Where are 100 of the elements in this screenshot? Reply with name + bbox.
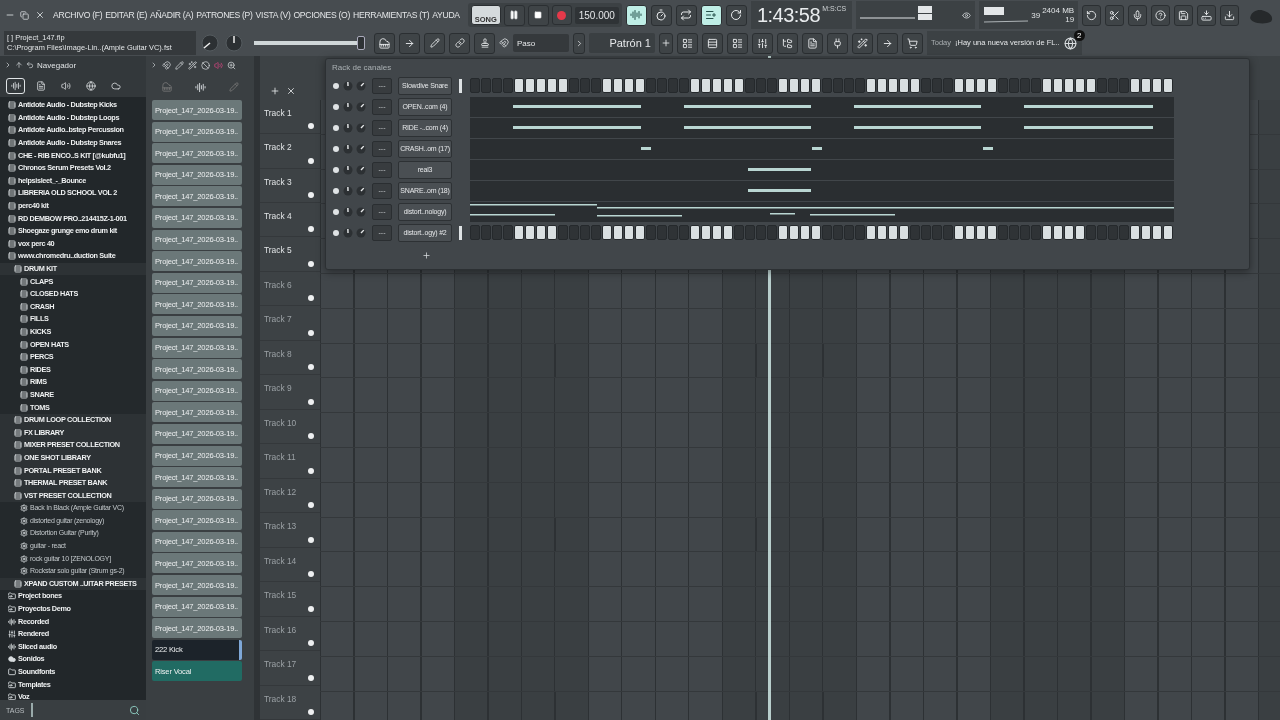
track-lane[interactable] xyxy=(320,378,1280,414)
track-led[interactable] xyxy=(308,260,314,267)
step-button[interactable] xyxy=(1086,78,1096,93)
pattern-selector[interactable]: Patrón 1 xyxy=(589,33,655,53)
piano-button[interactable] xyxy=(374,32,395,54)
step-button[interactable] xyxy=(690,225,700,240)
step-button[interactable] xyxy=(866,225,876,240)
step-button[interactable] xyxy=(712,78,722,93)
track-lane[interactable] xyxy=(320,552,1280,588)
menu-item[interactable]: HERRAMIENTAS (T) xyxy=(353,10,430,20)
track-led[interactable] xyxy=(308,536,314,543)
stop-button[interactable] xyxy=(527,4,549,26)
knob-icon[interactable] xyxy=(343,164,353,175)
step-button[interactable] xyxy=(1163,225,1173,240)
step-button[interactable] xyxy=(613,78,623,93)
track-name[interactable]: Track 8 xyxy=(264,348,292,359)
track-name[interactable]: Track 14 xyxy=(264,555,297,566)
track-name[interactable]: Track 18 xyxy=(264,693,297,704)
track-name[interactable]: Track 1 xyxy=(264,107,292,118)
help-button[interactable] xyxy=(1151,4,1171,26)
step-button[interactable] xyxy=(613,225,623,240)
knob-icon[interactable] xyxy=(356,206,366,217)
knob-icon[interactable] xyxy=(343,101,353,112)
step-button[interactable] xyxy=(877,225,887,240)
browser-button[interactable] xyxy=(777,32,798,54)
knob-icon[interactable] xyxy=(343,227,353,238)
add-button[interactable] xyxy=(659,32,673,54)
knob-icon[interactable] xyxy=(356,143,366,154)
track-lane[interactable] xyxy=(320,413,1280,448)
step-button[interactable] xyxy=(1075,225,1085,240)
channel-led[interactable] xyxy=(333,229,339,236)
pause-button[interactable] xyxy=(503,4,525,26)
knob-icon[interactable] xyxy=(343,143,353,154)
step-button[interactable] xyxy=(954,78,964,93)
track-name[interactable]: Track 3 xyxy=(264,176,292,187)
track-name[interactable]: Track 17 xyxy=(264,659,297,670)
step-button[interactable] xyxy=(954,225,964,240)
step-button[interactable] xyxy=(987,225,997,240)
menu-item[interactable]: VISTA (V) xyxy=(255,10,291,20)
mixer-button[interactable] xyxy=(752,32,773,54)
save-new-button[interactable] xyxy=(1197,4,1217,26)
waveform-tab[interactable] xyxy=(6,77,25,94)
step-button[interactable] xyxy=(635,225,645,240)
link-button[interactable] xyxy=(449,32,470,54)
timer-button[interactable] xyxy=(650,4,672,26)
track-name[interactable]: Track 7 xyxy=(264,314,292,325)
save-button[interactable] xyxy=(1174,4,1194,26)
playlist-button[interactable] xyxy=(677,32,698,54)
menu-item[interactable]: PATRONES (P) xyxy=(196,10,253,20)
channel-led[interactable] xyxy=(333,166,339,173)
track-name[interactable]: Track 16 xyxy=(264,624,297,635)
knob-icon[interactable] xyxy=(356,227,366,238)
step-button[interactable] xyxy=(899,225,909,240)
step-button[interactable] xyxy=(976,78,986,93)
step-button[interactable] xyxy=(1064,78,1074,93)
track-name[interactable]: Track 13 xyxy=(264,521,297,532)
knob-icon[interactable] xyxy=(356,185,366,196)
track-led[interactable] xyxy=(308,398,314,405)
step-button[interactable] xyxy=(811,225,821,240)
step-button[interactable] xyxy=(1064,225,1074,240)
track-lane[interactable] xyxy=(320,274,1280,309)
cart-button[interactable] xyxy=(902,32,923,54)
scissors-button[interactable] xyxy=(1105,4,1125,26)
track-led[interactable] xyxy=(308,605,314,612)
channel-led[interactable] xyxy=(333,103,339,110)
track-led[interactable] xyxy=(308,329,314,336)
step-button[interactable] xyxy=(1053,78,1063,93)
step-button[interactable] xyxy=(547,78,557,93)
step-button[interactable] xyxy=(789,78,799,93)
step-button[interactable] xyxy=(778,225,788,240)
step-button[interactable] xyxy=(712,225,722,240)
knob-icon[interactable] xyxy=(356,101,366,112)
knob-icon[interactable] xyxy=(356,122,366,133)
arrow-button[interactable] xyxy=(399,32,420,54)
step-button[interactable] xyxy=(536,225,546,240)
track-led[interactable] xyxy=(308,226,314,233)
track-led[interactable] xyxy=(308,191,314,198)
step-button[interactable] xyxy=(1141,78,1151,93)
step-button[interactable] xyxy=(800,225,810,240)
step-button[interactable] xyxy=(800,78,810,93)
channel-led[interactable] xyxy=(333,82,339,89)
step-button[interactable] xyxy=(899,78,909,93)
step-button[interactable] xyxy=(789,225,799,240)
menu-item[interactable]: AYUDA xyxy=(432,10,460,20)
step-button[interactable] xyxy=(547,225,557,240)
track-led[interactable] xyxy=(308,157,314,164)
step-button[interactable] xyxy=(734,78,744,93)
step-button[interactable] xyxy=(701,78,711,93)
step-button[interactable] xyxy=(866,78,876,93)
step-button[interactable] xyxy=(888,78,898,93)
step-button[interactable] xyxy=(624,225,634,240)
rotate-button[interactable] xyxy=(725,4,747,26)
track-lane[interactable] xyxy=(320,482,1280,518)
track-lane[interactable] xyxy=(320,343,1280,379)
track-led[interactable] xyxy=(308,364,314,371)
step-button[interactable] xyxy=(1075,78,1085,93)
menu-item[interactable]: OPCIONES (O) xyxy=(293,10,351,20)
track-name[interactable]: Track 5 xyxy=(264,245,292,256)
pencil-button[interactable] xyxy=(424,32,445,54)
restore-button[interactable] xyxy=(19,8,31,22)
